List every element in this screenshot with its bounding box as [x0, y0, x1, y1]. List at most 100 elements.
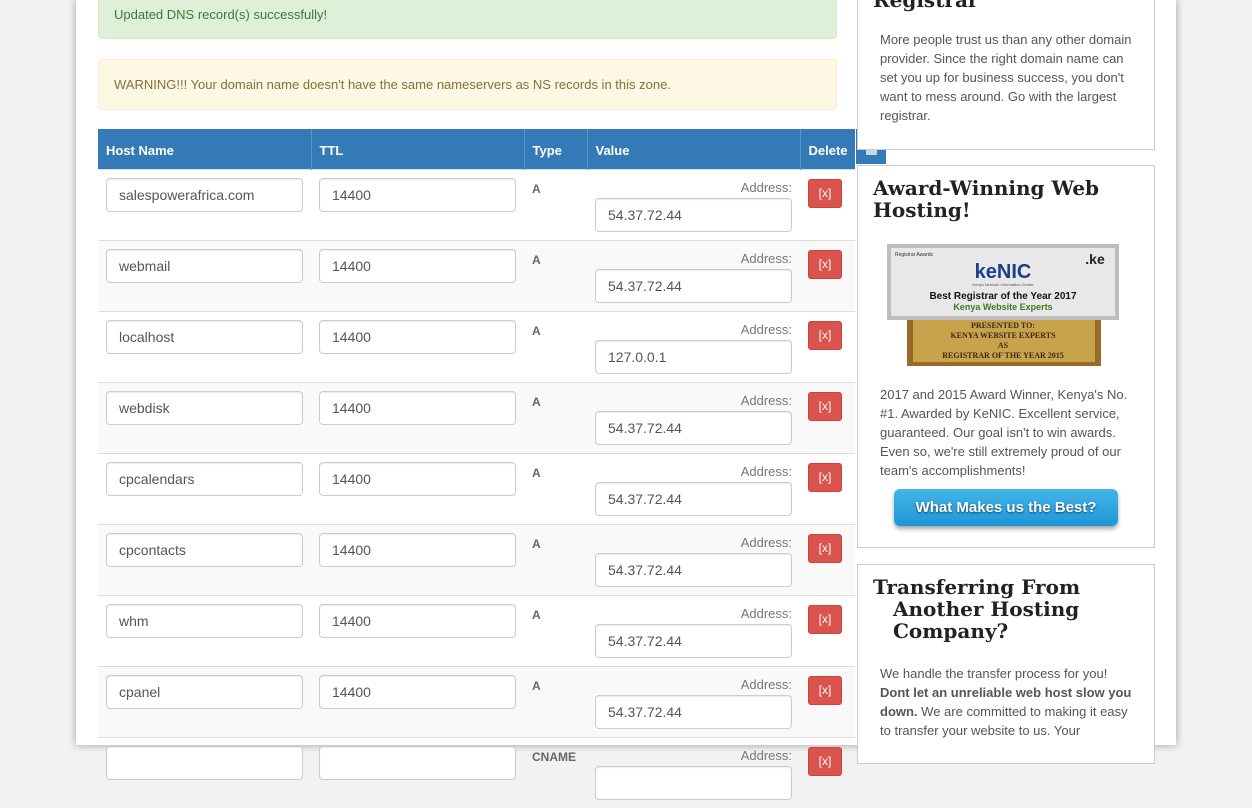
- host-name-input[interactable]: cpanel: [106, 674, 303, 709]
- svg-text:PRESENTED TO:: PRESENTED TO:: [971, 321, 1035, 330]
- delete-record-button[interactable]: [x]: [808, 533, 842, 563]
- delete-record-button[interactable]: [x]: [808, 604, 842, 634]
- address-input[interactable]: 54.37.72.44: [595, 481, 792, 516]
- delete-cell: [x]: [800, 736, 855, 808]
- table-row: cpcalendars 14400 A Address: 54.37.72.44 [x]: [98, 452, 855, 524]
- ttl-input[interactable]: 14400: [319, 674, 516, 709]
- record-type: A: [524, 168, 587, 240]
- award-title: Award-Winning Web Hosting!: [873, 176, 1100, 222]
- ttl-cell: 14400: [311, 239, 524, 311]
- host-name-input[interactable]: cpcontacts: [106, 532, 303, 567]
- what-makes-us-best-button[interactable]: What Makes us the Best?: [894, 489, 1118, 526]
- delete-cell: [x]: [800, 310, 855, 382]
- transfer-box: Transferring From Another Hosting Compan…: [857, 564, 1155, 764]
- delete-record-button[interactable]: [x]: [808, 462, 842, 492]
- ttl-cell: 14400: [311, 168, 524, 240]
- ttl-input[interactable]: 14400: [319, 390, 516, 425]
- value-cell: Address: 54.37.72.44: [587, 523, 800, 595]
- table-row: cpanel 14400 A Address: 54.37.72.44 [x]: [98, 665, 855, 737]
- registrar-box: Registrar More people trust us than any …: [857, 0, 1155, 150]
- ttl-input[interactable]: [319, 745, 516, 780]
- address-label: Address:: [740, 463, 792, 479]
- svg-text:.ke: .ke: [1085, 251, 1105, 267]
- award-plaque-image: Registrar Awards keNIC .ke Kenya Network…: [887, 244, 1119, 366]
- host-cell: webdisk: [98, 381, 311, 453]
- ttl-input[interactable]: 14400: [319, 532, 516, 567]
- svg-text:Registrar Awards: Registrar Awards: [895, 252, 933, 258]
- address-label: Address:: [740, 250, 792, 266]
- value-cell: Address: 127.0.0.1: [587, 310, 800, 382]
- address-input[interactable]: 54.37.72.44: [595, 268, 792, 303]
- address-input[interactable]: 54.37.72.44: [595, 197, 792, 232]
- address-label: Address:: [740, 392, 792, 408]
- svg-text:Kenya Website Experts: Kenya Website Experts: [953, 302, 1052, 312]
- svg-text:Best Registrar of the Year 201: Best Registrar of the Year 2017: [929, 291, 1077, 302]
- delete-cell: [x]: [800, 168, 855, 240]
- host-name-input[interactable]: cpcalendars: [106, 461, 303, 496]
- ttl-input[interactable]: 14400: [319, 319, 516, 354]
- svg-text:AS: AS: [998, 341, 1009, 350]
- address-input[interactable]: 127.0.0.1: [595, 339, 792, 374]
- address-label: Address:: [740, 179, 792, 195]
- host-name-input[interactable]: webmail: [106, 248, 303, 283]
- record-type: A: [524, 594, 587, 666]
- delete-record-button[interactable]: [x]: [808, 675, 842, 705]
- ttl-input[interactable]: 14400: [319, 177, 516, 212]
- value-cell: Address: 54.37.72.44: [587, 594, 800, 666]
- value-cell: Address: 54.37.72.44: [587, 452, 800, 524]
- address-input[interactable]: 54.37.72.44: [595, 623, 792, 658]
- delete-record-button[interactable]: [x]: [808, 320, 842, 350]
- address-input[interactable]: 54.37.72.44: [595, 410, 792, 445]
- ttl-cell: [311, 736, 524, 808]
- ttl-cell: 14400: [311, 665, 524, 737]
- delete-record-button[interactable]: [x]: [808, 391, 842, 421]
- warning-alert: WARNING!!! Your domain name doesn't have…: [98, 59, 837, 110]
- address-input[interactable]: 54.37.72.44: [595, 694, 792, 729]
- transfer-title: Transferring From Another Hosting Compan…: [858, 576, 1154, 642]
- host-cell: cpanel: [98, 665, 311, 737]
- delete-record-button[interactable]: [x]: [808, 178, 842, 208]
- value-cell: Address: 54.37.72.44: [587, 665, 800, 737]
- host-name-input[interactable]: salespowerafrica.com: [106, 177, 303, 212]
- transfer-intro: We handle the transfer process for you!: [880, 666, 1108, 681]
- transfer-rest: We are committed to making it easy to tr…: [880, 704, 1128, 738]
- delete-cell: [x]: [800, 523, 855, 595]
- address-input[interactable]: [595, 765, 792, 800]
- svg-text:KENYA WEBSITE EXPERTS: KENYA WEBSITE EXPERTS: [950, 331, 1056, 340]
- column-header-host: Host Name: [98, 129, 312, 169]
- address-label: Address:: [740, 534, 792, 550]
- host-cell: cpcontacts: [98, 523, 311, 595]
- svg-text:Kenya Network Information Cent: Kenya Network Information Center: [972, 282, 1034, 287]
- host-name-input[interactable]: whm: [106, 603, 303, 638]
- host-name-input[interactable]: [106, 745, 303, 780]
- address-label: Address:: [740, 321, 792, 337]
- address-input[interactable]: 54.37.72.44: [595, 552, 792, 587]
- transfer-title-line3: Company?: [893, 619, 1009, 643]
- host-cell: [98, 736, 311, 808]
- ttl-input[interactable]: 14400: [319, 461, 516, 496]
- record-type: CNAME: [524, 736, 587, 808]
- value-cell: Address: 54.37.72.44: [587, 239, 800, 311]
- svg-text:REGISTRAR OF THE YEAR 2015: REGISTRAR OF THE YEAR 2015: [942, 351, 1064, 360]
- transfer-title-line1: Transferring From: [873, 575, 1081, 599]
- ttl-input[interactable]: 14400: [319, 248, 516, 283]
- record-type: A: [524, 665, 587, 737]
- column-header-delete: Delete: [800, 129, 855, 169]
- record-type: A: [524, 523, 587, 595]
- host-name-input[interactable]: webdisk: [106, 390, 303, 425]
- value-cell: Address: 54.37.72.44: [587, 168, 800, 240]
- ttl-cell: 14400: [311, 523, 524, 595]
- column-header-value: Value: [587, 129, 801, 169]
- ttl-cell: 14400: [311, 310, 524, 382]
- ttl-input[interactable]: 14400: [319, 603, 516, 638]
- host-cell: localhost: [98, 310, 311, 382]
- host-name-input[interactable]: localhost: [106, 319, 303, 354]
- delete-cell: [x]: [800, 452, 855, 524]
- address-label: Address:: [740, 747, 792, 763]
- delete-record-button[interactable]: [x]: [808, 249, 842, 279]
- warning-alert-text: WARNING!!! Your domain name doesn't have…: [114, 77, 671, 92]
- success-alert: Updated DNS record(s) successfully!: [98, 0, 837, 39]
- transfer-title-line2: Another Hosting: [893, 597, 1080, 621]
- transfer-text: We handle the transfer process for you! …: [858, 664, 1154, 740]
- delete-record-button[interactable]: [x]: [808, 746, 842, 776]
